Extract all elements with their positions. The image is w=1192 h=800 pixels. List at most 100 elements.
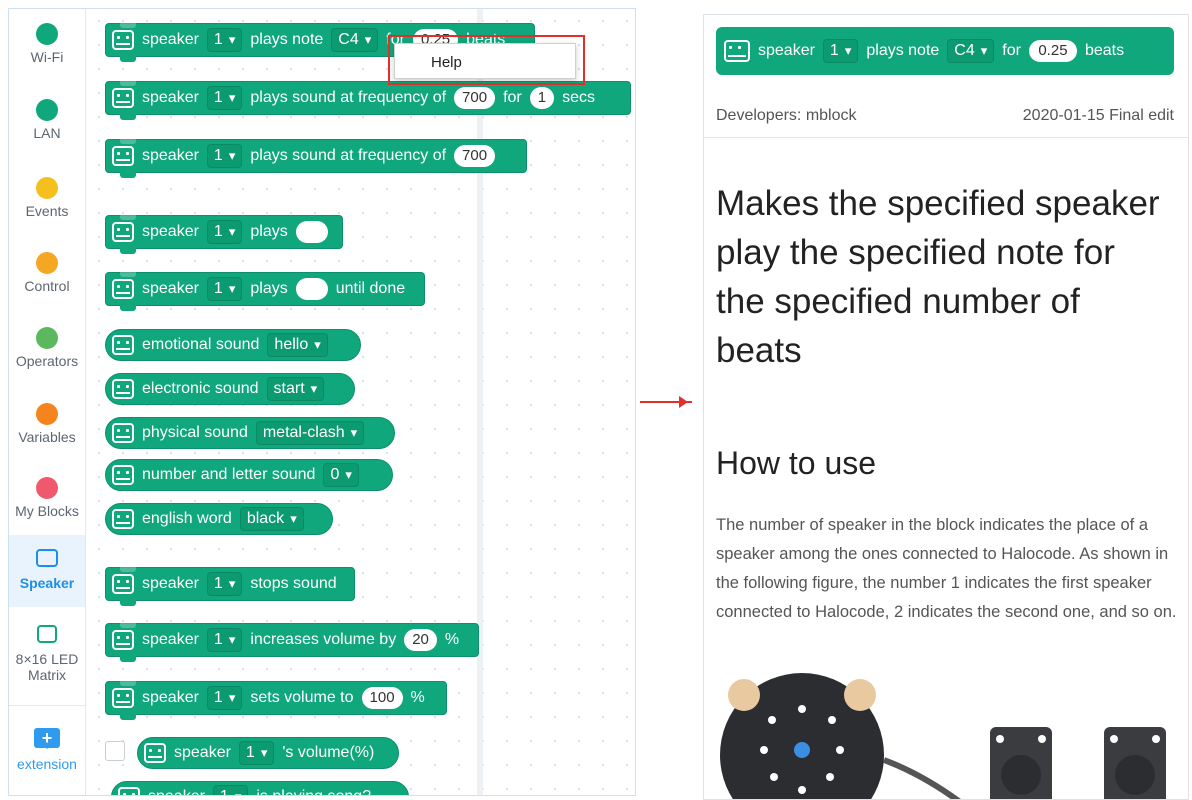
block-speaker-plays[interactable]: speaker 1 plays bbox=[105, 215, 343, 254]
electronic-sound-dropdown[interactable]: start bbox=[266, 377, 325, 401]
speaker-number-dropdown[interactable]: 1 bbox=[206, 686, 243, 710]
my-blocks-dot-icon bbox=[36, 477, 58, 499]
block-speaker-frequency[interactable]: speaker 1 plays sound at frequency of 70… bbox=[105, 139, 527, 178]
speaker-block-icon bbox=[144, 743, 166, 763]
category-control[interactable]: Control bbox=[9, 252, 85, 294]
speaker-block-icon bbox=[112, 146, 134, 166]
speaker-block-icon bbox=[112, 688, 134, 708]
speaker-number-dropdown[interactable]: 1 bbox=[206, 144, 243, 168]
category-label-line2: Matrix bbox=[27, 667, 67, 683]
block-label: stops sound bbox=[250, 575, 337, 592]
speaker-block-icon bbox=[112, 335, 134, 355]
speaker-block-icon bbox=[112, 574, 134, 594]
block-label: % bbox=[410, 689, 425, 706]
speaker-block-icon bbox=[118, 787, 140, 795]
block-speaker-stops-sound[interactable]: speaker 1 stops sound bbox=[105, 567, 355, 606]
reporter-electronic-sound[interactable]: electronic sound start bbox=[105, 373, 355, 405]
number-letter-dropdown[interactable]: 0 bbox=[323, 463, 359, 487]
category-lan[interactable]: LAN bbox=[9, 99, 85, 141]
reporter-emotional-sound[interactable]: emotional sound hello bbox=[105, 329, 361, 361]
category-bar: Wi-Fi LAN Events Control Operators Varia… bbox=[9, 9, 86, 795]
halocode-speakers-figure bbox=[720, 673, 1166, 799]
block-speaker-plays-until-done[interactable]: speaker 1 plays until done bbox=[105, 272, 425, 311]
speaker-icon bbox=[36, 549, 58, 567]
speaker-block-icon bbox=[112, 509, 134, 529]
note-dropdown[interactable]: C4 bbox=[331, 28, 379, 52]
block-label: speaker bbox=[142, 31, 199, 48]
block-label: plays note bbox=[866, 42, 940, 59]
sound-input-slot[interactable] bbox=[295, 278, 328, 300]
secs-input[interactable]: 1 bbox=[529, 87, 555, 109]
speaker-block-icon bbox=[112, 30, 134, 50]
doc-block-preview: speaker 1 plays note C4 for 0.25 beats bbox=[716, 27, 1174, 75]
speaker-number-dropdown[interactable]: 1 bbox=[206, 28, 243, 52]
english-word-dropdown[interactable]: black bbox=[239, 507, 304, 531]
emotional-sound-dropdown[interactable]: hello bbox=[267, 333, 328, 357]
speaker-number-dropdown[interactable]: 1 bbox=[206, 628, 243, 652]
category-variables[interactable]: Variables bbox=[9, 403, 85, 445]
category-my-blocks[interactable]: My Blocks bbox=[9, 477, 85, 519]
block-label: % bbox=[444, 631, 460, 648]
block-label: physical sound bbox=[142, 424, 248, 441]
category-label: Operators bbox=[15, 353, 79, 369]
block-label: for bbox=[1002, 42, 1021, 59]
reporter-speaker-is-playing[interactable]: speaker 1 is playing song? bbox=[111, 781, 409, 795]
block-label: plays note bbox=[250, 31, 324, 48]
extension-add-icon: + bbox=[34, 728, 60, 749]
reporter-english-word[interactable]: english word black bbox=[105, 503, 333, 535]
speaker-number-dropdown[interactable]: 1 bbox=[238, 741, 275, 765]
operators-dot-icon bbox=[36, 327, 58, 349]
block-label: speaker bbox=[142, 689, 199, 706]
block-label: until done bbox=[335, 280, 406, 297]
doc-description: The number of speaker in the block indic… bbox=[716, 516, 1177, 621]
reporter-number-letter-sound[interactable]: number and letter sound 0 bbox=[105, 459, 393, 491]
category-wifi[interactable]: Wi-Fi bbox=[9, 23, 85, 65]
speaker-number-dropdown[interactable]: 1 bbox=[206, 277, 243, 301]
events-dot-icon bbox=[36, 177, 58, 199]
volume-increment-input[interactable]: 20 bbox=[404, 629, 437, 651]
speaker-number-dropdown[interactable]: 1 bbox=[206, 572, 243, 596]
frequency-input[interactable]: 700 bbox=[454, 145, 496, 167]
category-operators[interactable]: Operators bbox=[9, 327, 85, 369]
reporter-speaker-volume[interactable]: speaker 1 's volume(%) bbox=[137, 737, 399, 769]
help-panel: speaker 1 plays note C4 for 0.25 beats D… bbox=[703, 14, 1189, 800]
block-label: emotional sound bbox=[142, 336, 260, 353]
how-to-use-heading: How to use bbox=[716, 445, 877, 481]
edit-date-text: 2020-01-15 Final edit bbox=[1022, 107, 1174, 124]
category-events[interactable]: Events bbox=[9, 177, 85, 219]
extension-button[interactable]: + extension bbox=[9, 705, 85, 772]
block-speaker-frequency-secs[interactable]: speaker 1 plays sound at frequency of 70… bbox=[105, 81, 631, 120]
block-palette: speaker 1 plays note C4 for 0.25 beats s… bbox=[87, 9, 635, 795]
variables-dot-icon bbox=[36, 403, 58, 425]
block-label: english word bbox=[142, 510, 232, 527]
block-label: secs bbox=[562, 89, 595, 106]
category-label: 8×16 LED bbox=[15, 651, 79, 667]
block-label: speaker bbox=[142, 89, 199, 106]
volume-input[interactable]: 100 bbox=[361, 687, 403, 709]
block-label: 's volume(%) bbox=[282, 744, 375, 761]
speaker-number-dropdown[interactable]: 1 bbox=[212, 785, 249, 795]
speaker-number-dropdown[interactable]: 1 bbox=[206, 220, 243, 244]
lan-icon bbox=[36, 99, 58, 121]
block-speaker-sets-volume[interactable]: speaker 1 sets volume to 100 % bbox=[105, 681, 447, 720]
block-label: sets volume to bbox=[250, 689, 354, 706]
note-dropdown: C4 bbox=[947, 39, 995, 63]
block-speaker-increases-volume[interactable]: speaker 1 increases volume by 20 % bbox=[105, 623, 479, 662]
sound-input-slot[interactable] bbox=[295, 221, 328, 243]
block-label: is playing song? bbox=[256, 788, 371, 795]
led-matrix-icon bbox=[37, 625, 57, 643]
frequency-input[interactable]: 700 bbox=[454, 87, 496, 109]
reporter-physical-sound[interactable]: physical sound metal-clash bbox=[105, 417, 395, 449]
extension-label: extension bbox=[17, 756, 77, 772]
physical-sound-dropdown[interactable]: metal-clash bbox=[255, 421, 365, 445]
block-label: speaker bbox=[142, 631, 199, 648]
speaker-block-icon bbox=[112, 279, 134, 299]
palette-scrollbar[interactable] bbox=[477, 9, 483, 795]
category-led-matrix[interactable]: 8×16 LED Matrix bbox=[9, 625, 85, 683]
speaker-block-icon bbox=[112, 423, 134, 443]
block-editor-panel: Wi-Fi LAN Events Control Operators Varia… bbox=[8, 8, 636, 796]
wifi-icon bbox=[36, 23, 58, 45]
speaker-number-dropdown[interactable]: 1 bbox=[206, 86, 243, 110]
volume-monitor-checkbox[interactable] bbox=[105, 741, 125, 761]
category-speaker[interactable]: Speaker bbox=[9, 535, 85, 607]
